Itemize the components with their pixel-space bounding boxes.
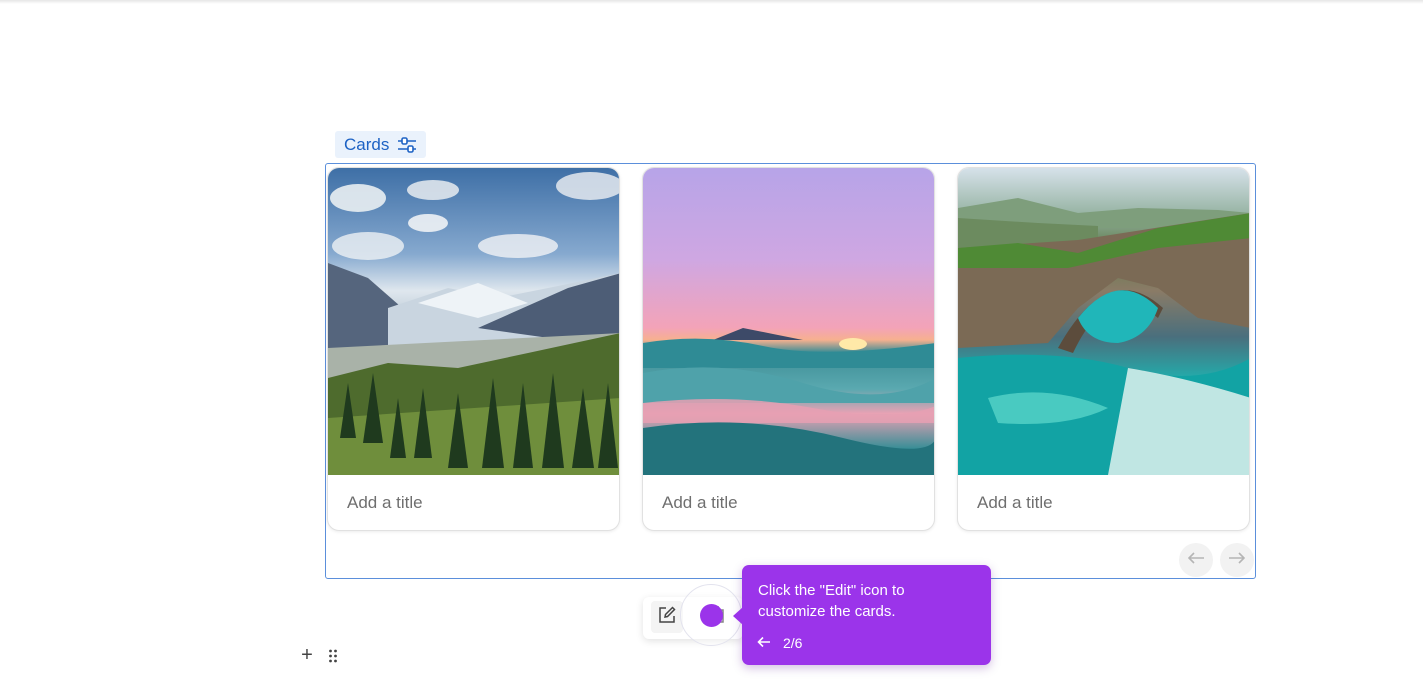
card-image-ocean-sunset (643, 168, 934, 475)
tooltip-step-counter: 2/6 (783, 635, 803, 651)
edit-icon (657, 605, 677, 630)
arrow-left-icon (1187, 551, 1205, 570)
tooltip-text: Click the "Edit" icon to customize the c… (758, 582, 905, 620)
card-image-mountain (328, 168, 619, 475)
guide-tooltip: Click the "Edit" icon to customize the c… (733, 565, 991, 665)
carousel-prev-button[interactable] (1179, 543, 1213, 577)
card-3[interactable]: Add a title (957, 167, 1250, 531)
sliders-icon[interactable] (397, 136, 417, 154)
block-type-label[interactable]: Cards (335, 131, 427, 158)
carousel-next-button[interactable] (1220, 543, 1254, 577)
drag-handle-icon[interactable] (328, 649, 338, 663)
edit-button[interactable] (651, 601, 683, 633)
card-title-placeholder[interactable]: Add a title (347, 493, 423, 513)
arrow-right-icon (1228, 551, 1246, 570)
tooltip-footer: 2/6 (757, 635, 802, 651)
add-block-button[interactable]: + (298, 645, 316, 665)
card-title-placeholder[interactable]: Add a title (977, 493, 1053, 513)
block-label-text: Cards (344, 134, 390, 154)
card-2[interactable]: Add a title (642, 167, 935, 531)
top-shadow (0, 0, 1423, 4)
card-image-sea-arch (958, 168, 1249, 475)
guide-hotspot-dot[interactable] (700, 604, 723, 627)
arrow-left-icon[interactable] (757, 635, 771, 651)
card-title-placeholder[interactable]: Add a title (662, 493, 738, 513)
card-1[interactable]: Add a title (327, 167, 620, 531)
